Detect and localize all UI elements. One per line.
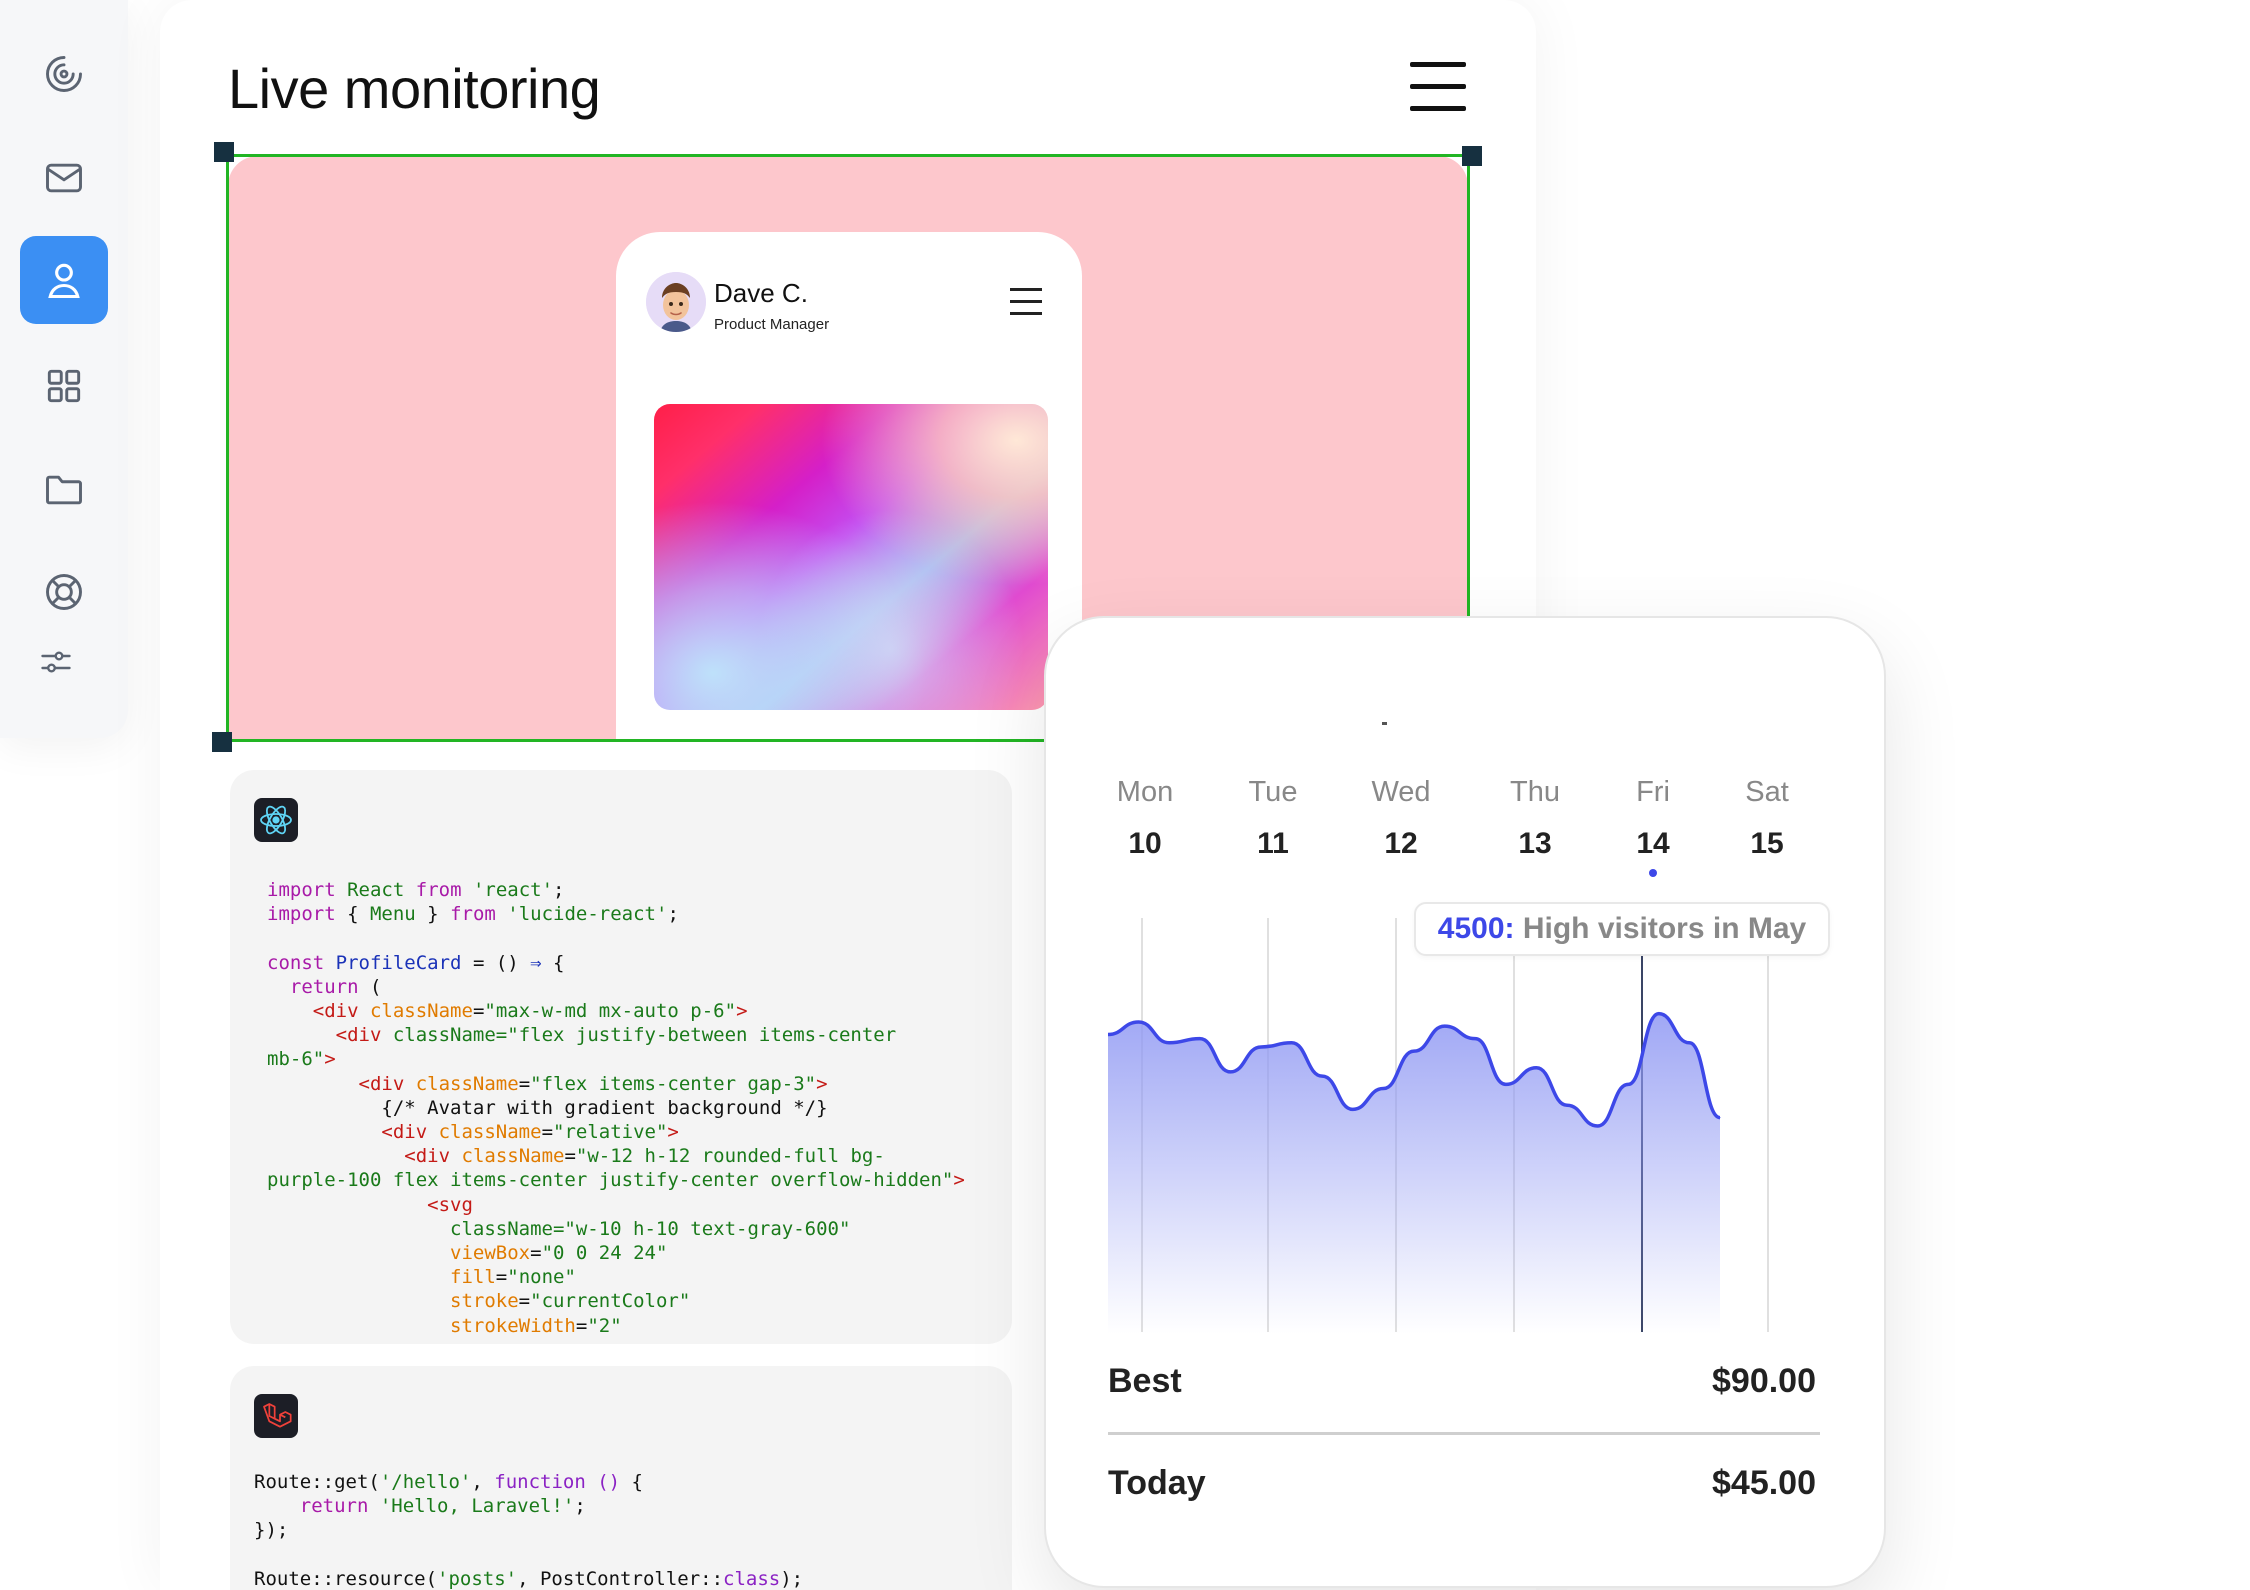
chart-point bbox=[1321, 1075, 1323, 1077]
chart-point bbox=[1597, 1125, 1599, 1127]
resize-handle-top-right[interactable] bbox=[1462, 146, 1482, 166]
memoji-avatar-icon bbox=[646, 272, 706, 332]
profile-menu-icon[interactable] bbox=[1010, 288, 1042, 316]
chart-point bbox=[1138, 1021, 1140, 1023]
grid-icon bbox=[47, 369, 81, 403]
day-thu[interactable]: Thu 13 bbox=[1480, 776, 1590, 861]
chart-point bbox=[1566, 1104, 1568, 1106]
summary-value-best: $90.00 bbox=[1712, 1362, 1816, 1400]
chart-tooltip: 4500: High visitors in May bbox=[1414, 902, 1830, 956]
chart-point bbox=[1444, 1025, 1446, 1027]
summary-value-today: $45.00 bbox=[1712, 1464, 1816, 1502]
sidebar-item-folder[interactable] bbox=[20, 446, 108, 534]
summary-label-best: Best bbox=[1108, 1362, 1182, 1400]
page: Live monitoring Dave C. Product Manager bbox=[0, 0, 2250, 1590]
chart-point bbox=[1719, 1117, 1721, 1119]
radar-icon bbox=[46, 56, 82, 92]
chart-point bbox=[1413, 1050, 1415, 1052]
code-block-react: import React from 'react'; import { Menu… bbox=[230, 770, 1012, 1344]
chart-point bbox=[1505, 1083, 1507, 1085]
chart-point bbox=[1658, 1013, 1660, 1015]
day-sat[interactable]: Sat 15 bbox=[1712, 776, 1822, 861]
avatar bbox=[646, 272, 706, 332]
sidebar-item-mail[interactable] bbox=[20, 134, 108, 222]
day-tue[interactable]: Tue 11 bbox=[1218, 776, 1328, 861]
chart-point bbox=[1199, 1038, 1201, 1040]
profile-role: Product Manager bbox=[714, 316, 830, 333]
profile-card: Dave C. Product Manager bbox=[616, 232, 1082, 740]
chart-marker bbox=[1382, 722, 1387, 725]
chart-point bbox=[1688, 1042, 1690, 1044]
chart-point bbox=[1382, 1088, 1384, 1090]
chart-point bbox=[1291, 1042, 1293, 1044]
summary-divider bbox=[1108, 1432, 1820, 1435]
tooltip-value: 4500: bbox=[1437, 912, 1515, 945]
chart-point bbox=[1168, 1042, 1170, 1044]
sidebar bbox=[0, 0, 128, 738]
chart-point bbox=[1627, 1083, 1629, 1085]
folder-icon bbox=[46, 475, 82, 505]
user-icon bbox=[48, 263, 80, 299]
chart-point bbox=[1474, 1038, 1476, 1040]
profile-name: Dave C. bbox=[714, 278, 808, 308]
react-icon bbox=[254, 798, 298, 842]
sidebar-item-user[interactable] bbox=[20, 236, 108, 324]
summary-label-today: Today bbox=[1108, 1464, 1206, 1502]
code-content-react: import React from 'react'; import { Menu… bbox=[267, 879, 965, 1337]
laravel-icon bbox=[254, 1394, 298, 1438]
mail-icon bbox=[46, 163, 82, 193]
page-title: Live monitoring bbox=[228, 57, 601, 120]
sliders-icon bbox=[41, 651, 71, 673]
gradient-image bbox=[654, 404, 1048, 710]
sidebar-item-radar[interactable] bbox=[20, 30, 108, 118]
selected-day-dot bbox=[1649, 869, 1657, 877]
resize-handle-top-left[interactable] bbox=[214, 142, 234, 162]
sidebar-item-grid[interactable] bbox=[20, 342, 108, 430]
code-content-laravel: Route::get('/hello', function () { retur… bbox=[254, 1471, 804, 1590]
chart-point bbox=[1352, 1108, 1354, 1110]
visitors-area-chart bbox=[1108, 918, 1769, 1334]
chart-point bbox=[1535, 1067, 1537, 1069]
chart-area bbox=[1108, 1013, 1720, 1334]
resize-handle-bottom-left[interactable] bbox=[212, 732, 232, 752]
menu-icon[interactable] bbox=[1410, 62, 1466, 112]
sidebar-item-settings[interactable] bbox=[12, 618, 100, 706]
day-fri[interactable]: Fri 14 bbox=[1598, 776, 1708, 877]
tooltip-text: High visitors in May bbox=[1514, 912, 1807, 945]
chart-point bbox=[1229, 1071, 1231, 1073]
day-mon[interactable]: Mon 10 bbox=[1090, 776, 1200, 861]
chart-point bbox=[1260, 1046, 1262, 1048]
lifebuoy-icon bbox=[46, 574, 82, 610]
code-block-laravel: Route::get('/hello', function () { retur… bbox=[230, 1366, 1012, 1590]
day-wed[interactable]: Wed 12 bbox=[1346, 776, 1456, 861]
